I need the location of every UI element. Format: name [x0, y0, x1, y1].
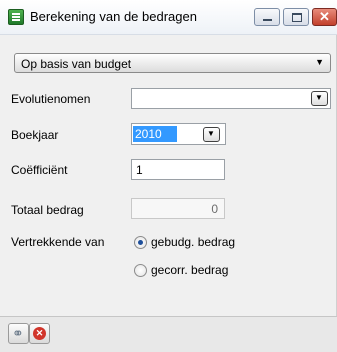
coefficient-input[interactable]: 1 — [131, 159, 225, 180]
year-label: Boekjaar — [11, 128, 59, 142]
coefficient-value: 1 — [136, 163, 143, 177]
radio-corrected-amount[interactable] — [134, 264, 147, 277]
maximize-button[interactable] — [283, 8, 309, 26]
year-dropdown-button[interactable] — [203, 127, 220, 142]
window-title: Berekening van de bedragen — [30, 9, 197, 24]
cancel-icon[interactable] — [29, 323, 50, 344]
close-button[interactable] — [312, 8, 337, 26]
year-select[interactable]: 2010 — [131, 123, 226, 145]
total-amount-value: 0 — [211, 202, 218, 216]
evolution-label: Evolutienomen — [11, 92, 91, 106]
start-from-label: Vertrekkende van — [11, 235, 105, 249]
radio-corrected-label[interactable]: gecorr. bedrag — [151, 263, 228, 277]
year-value: 2010 — [133, 126, 177, 142]
basis-dropdown[interactable]: Op basis van budget ▼ — [14, 53, 331, 73]
title-bar[interactable]: Berekening van de bedragen — [0, 0, 337, 35]
total-amount-field: 0 — [131, 198, 225, 219]
total-label: Totaal bedrag — [11, 203, 84, 217]
chevron-down-icon: ▼ — [315, 57, 324, 67]
evolution-dropdown-button[interactable] — [311, 91, 328, 106]
dialog-window: Berekening van de bedragen Op basis van … — [0, 0, 337, 352]
footer-toolbar — [0, 316, 337, 352]
evolution-select[interactable] — [131, 88, 331, 109]
radio-budgeted-amount[interactable] — [134, 236, 147, 249]
app-icon — [8, 9, 24, 25]
basis-dropdown-value: Op basis van budget — [21, 57, 132, 71]
link-icon[interactable] — [8, 323, 29, 344]
radio-budgeted-label[interactable]: gebudg. bedrag — [151, 235, 235, 249]
coefficient-label: Coëfficiënt — [11, 163, 68, 177]
minimize-button[interactable] — [254, 8, 280, 26]
